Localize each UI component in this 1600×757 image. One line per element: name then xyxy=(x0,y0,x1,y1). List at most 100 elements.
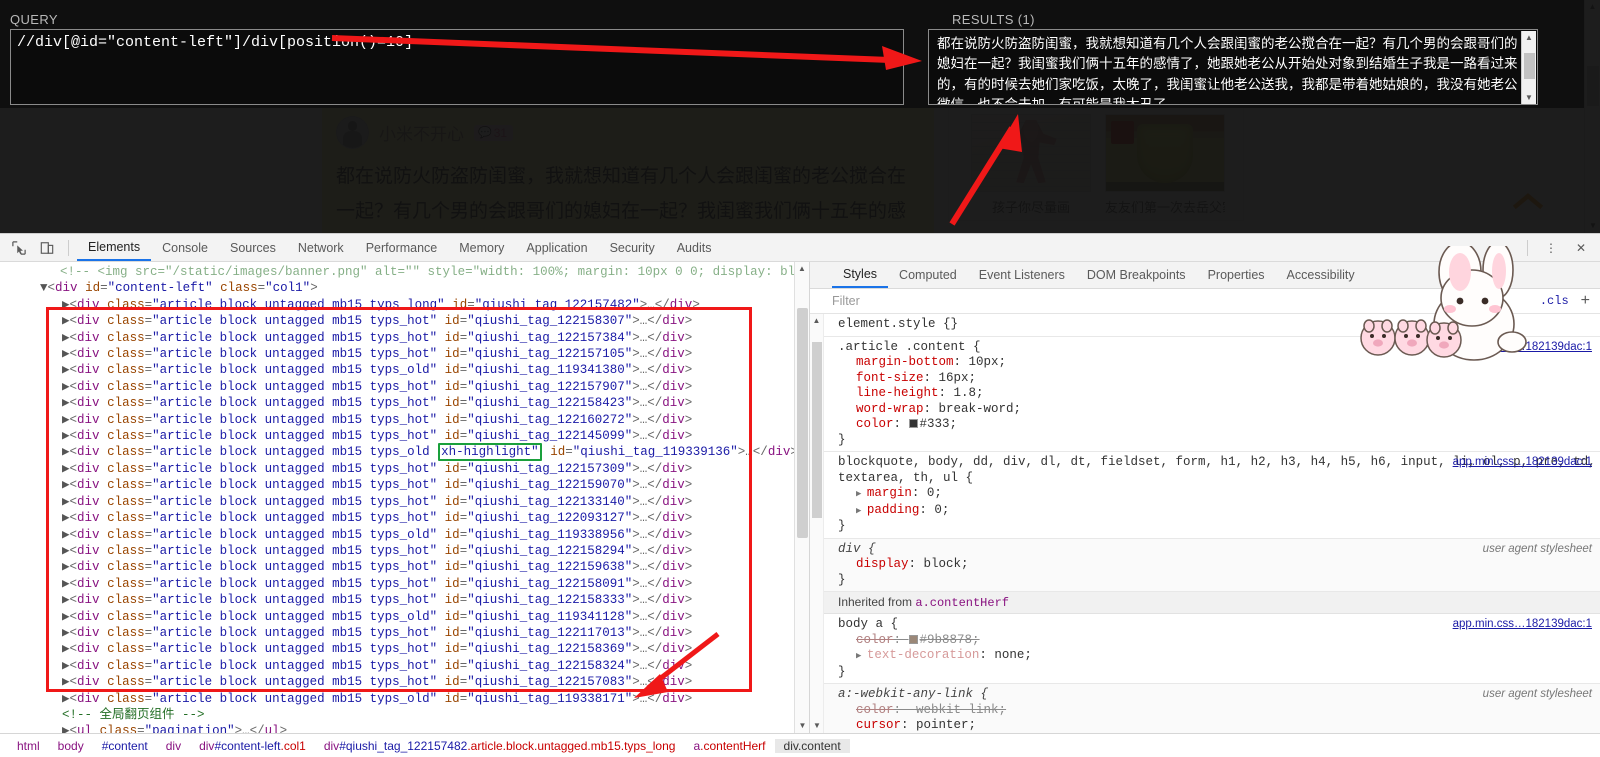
results-scroll-down-arrow[interactable]: ▼ xyxy=(1525,91,1533,104)
tab-properties[interactable]: Properties xyxy=(1197,262,1276,288)
breadcrumb-item[interactable]: #content xyxy=(93,739,157,753)
css-selector[interactable]: element.style { xyxy=(838,317,951,331)
page-scrollbar[interactable]: ▲ ▼ xyxy=(1584,0,1600,233)
dom-node-row[interactable]: ▶<div class="article block untagged mb15… xyxy=(0,658,809,674)
dom-node-row[interactable]: ▶<div class="article block untagged mb15… xyxy=(0,461,809,477)
dom-node-row[interactable]: ▶<div class="article block untagged mb15… xyxy=(0,559,809,575)
dom-node-row[interactable]: ▶<div class="article block untagged mb15… xyxy=(0,346,809,362)
dom-node-row[interactable]: ▶<div class="article block untagged mb15… xyxy=(0,510,809,526)
css-declaration[interactable]: ▶ text-decoration: none; xyxy=(838,648,1600,665)
css-rule-source[interactable]: app.min.css…182139dac:1 xyxy=(1453,455,1592,471)
close-devtools-icon[interactable]: ✕ xyxy=(1568,237,1594,259)
dom-scrollbar-thumb[interactable] xyxy=(797,308,808,538)
results-output[interactable]: 都在说防火防盗防闺蜜，我就想知道有几个人会跟闺蜜的老公搅合在一起？有几个男的会跟… xyxy=(928,29,1538,105)
dom-node-row[interactable]: ▶<div class="article block untagged mb15… xyxy=(0,576,809,592)
expand-icon[interactable]: ▶ xyxy=(856,489,867,499)
dom-node-row[interactable]: ▶<div class="article block untagged mb15… xyxy=(0,412,809,428)
dom-node-row[interactable]: ▶<div class="article block untagged mb15… xyxy=(0,641,809,657)
css-rule-source[interactable]: user agent stylesheet xyxy=(1483,542,1592,558)
css-declaration[interactable]: line-height: 1.8; xyxy=(838,386,1600,402)
breadcrumb-item[interactable]: a.contentHerf xyxy=(684,739,774,753)
styles-scroll-up-arrow[interactable]: ▲ xyxy=(810,314,823,328)
dom-node-row[interactable]: ▶<div class="article block untagged mb15… xyxy=(0,609,809,625)
tab-audits[interactable]: Audits xyxy=(666,234,723,261)
styles-scroll-down-arrow[interactable]: ▼ xyxy=(810,719,824,733)
more-options-icon[interactable]: ⋮ xyxy=(1538,237,1564,259)
dom-node-row[interactable]: ▶<div class="article block untagged mb15… xyxy=(0,494,809,510)
css-declaration[interactable]: margin-bottom: 10px; xyxy=(838,355,1600,371)
css-rule[interactable]: app.min.css…182139dac:1 .article .content… xyxy=(824,337,1600,452)
breadcrumb-item[interactable]: div#qiushi_tag_122157482.article.block.u… xyxy=(315,739,685,753)
dom-node-row[interactable]: ▶<div class="article block untagged mb15… xyxy=(0,592,809,608)
styles-filter-input[interactable]: Filter xyxy=(832,294,1534,308)
breadcrumb-item[interactable]: div#content-left.col1 xyxy=(190,739,315,753)
dom-node-row[interactable]: ▶<div class="article block untagged mb15… xyxy=(0,674,809,690)
tab-elements[interactable]: Elements xyxy=(77,234,152,261)
thumbnail-item[interactable]: 孩子你尽量画 xyxy=(971,114,1091,220)
expand-icon[interactable]: ▶ xyxy=(856,506,867,516)
css-rule-source[interactable]: app.min.css…182139dac:1 xyxy=(1453,617,1592,633)
new-style-rule-button[interactable]: + xyxy=(1581,292,1600,310)
tab-network[interactable]: Network xyxy=(287,234,355,261)
page-scrollbar-thumb[interactable] xyxy=(1587,66,1599,106)
styles-scrollbar-thumb[interactable] xyxy=(812,342,822,518)
dom-node-row[interactable]: ▶<div class="article block untagged mb15… xyxy=(0,625,809,641)
css-rule-source[interactable]: app.min.css…182139dac:1 xyxy=(1453,340,1592,356)
dom-line-parent-open[interactable]: ▼<div id="content-left" class="col1"> xyxy=(0,280,809,296)
dom-line-pagination[interactable]: ▶<ul class="pagination">…</ul> xyxy=(0,723,809,733)
scroll-down-arrow[interactable]: ▼ xyxy=(1585,219,1600,233)
tab-styles[interactable]: Styles xyxy=(832,262,889,288)
color-swatch[interactable] xyxy=(908,634,918,644)
tab-application[interactable]: Application xyxy=(515,234,598,261)
thumbnail-image[interactable] xyxy=(971,114,1091,192)
css-selector[interactable]: .article .content { xyxy=(838,340,981,354)
css-declaration[interactable]: font-size: 16px; xyxy=(838,371,1600,387)
toggle-class-button[interactable]: .cls xyxy=(1540,294,1575,308)
dom-node-row[interactable]: ▶<div class="article block untagged mb15… xyxy=(0,379,809,395)
css-selector[interactable]: a:-webkit-any-link { xyxy=(838,687,988,701)
css-declaration[interactable]: ▶ margin: 0; xyxy=(838,486,1600,503)
css-rule[interactable]: user agent stylesheet a:-webkit-any-link … xyxy=(824,684,1600,733)
scroll-up-arrow[interactable]: ▲ xyxy=(1585,0,1600,14)
tab-dom-breakpoints[interactable]: DOM Breakpoints xyxy=(1076,262,1197,288)
breadcrumb-item[interactable]: div.content xyxy=(774,738,850,753)
css-rule[interactable]: app.min.css…182139dac:1 body a {color: #9… xyxy=(824,614,1600,684)
breadcrumb-item[interactable]: div xyxy=(157,739,190,753)
dom-node-row[interactable]: ▶<div class="article block untagged mb15… xyxy=(0,543,809,559)
dom-node-row[interactable]: ▶<div class="article block untagged mb15… xyxy=(0,330,809,346)
css-selector[interactable]: div { xyxy=(838,542,876,556)
query-input[interactable]: //div[@id="content-left"]/div[position()… xyxy=(10,29,904,105)
dom-node-row[interactable]: ▶<div class="article block untagged mb15… xyxy=(0,395,809,411)
dom-tree-pane[interactable]: <!-- <img src="/static/images/banner.png… xyxy=(0,262,810,733)
dom-scroll-up-arrow[interactable]: ▲ xyxy=(795,262,809,276)
dom-node-row[interactable]: ▶<div class="article block untagged mb15… xyxy=(0,428,809,444)
inherited-source[interactable]: a.contentHerf xyxy=(915,596,1009,610)
css-declaration[interactable]: ▶ padding: 0; xyxy=(838,503,1600,520)
dom-node-row[interactable]: ▶<div class="article block untagged mb15… xyxy=(0,297,809,313)
tab-security[interactable]: Security xyxy=(599,234,666,261)
dom-node-row[interactable]: ▶<div class="article block untagged mb15… xyxy=(0,313,809,329)
results-scroll-up-arrow[interactable]: ▲ xyxy=(1525,31,1533,45)
css-rule[interactable]: element.style {} xyxy=(824,314,1600,337)
tab-event-listeners[interactable]: Event Listeners xyxy=(968,262,1076,288)
results-scrollbar[interactable]: ▲ ▼ xyxy=(1521,31,1536,104)
css-declaration[interactable]: color: #333; xyxy=(838,417,1600,433)
tab-sources[interactable]: Sources xyxy=(219,234,287,261)
css-declaration[interactable]: display: block; xyxy=(838,557,1600,573)
device-toolbar-icon[interactable] xyxy=(34,237,60,259)
css-declaration[interactable]: color: -webkit-link; xyxy=(838,703,1600,719)
dom-scroll-down-arrow[interactable]: ▼ xyxy=(795,719,809,733)
dom-node-row[interactable]: ▶<div class="article block untagged mb15… xyxy=(0,443,809,462)
color-swatch[interactable] xyxy=(908,419,918,428)
styles-rules-container[interactable]: ▲ ▼ element.style {} app.min.css…182139da… xyxy=(810,314,1600,733)
tab-accessibility[interactable]: Accessibility xyxy=(1276,262,1366,288)
css-rule[interactable]: user agent stylesheet div {display: block… xyxy=(824,538,1600,592)
comment-count-badge[interactable]: 💬 31 xyxy=(474,124,514,141)
dom-scrollbar[interactable]: ▲ ▼ xyxy=(794,262,809,733)
tab-console[interactable]: Console xyxy=(151,234,219,261)
scroll-to-top-button[interactable] xyxy=(1502,176,1554,226)
dom-node-row[interactable]: ▶<div class="article block untagged mb15… xyxy=(0,527,809,543)
highlighted-article[interactable]: 小米不开心 💬 31 都在说防火防盗防闺蜜，我就想知道有几个人会跟闺蜜的老公搅合… xyxy=(322,108,934,233)
css-declaration[interactable]: cursor: pointer; xyxy=(838,718,1600,733)
avatar[interactable] xyxy=(336,116,369,149)
